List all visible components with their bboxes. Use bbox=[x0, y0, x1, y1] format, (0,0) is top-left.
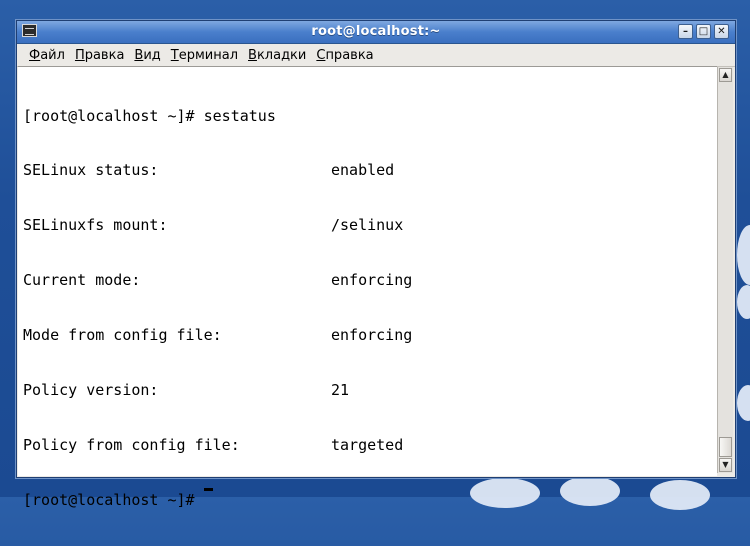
status-key: SELinux status: bbox=[23, 161, 159, 180]
status-key: SELinuxfs mount: bbox=[23, 216, 168, 235]
terminal-window: root@localhost:~ – □ ✕ Файл Правка Вид Т… bbox=[16, 20, 736, 509]
wallpaper-flower-petal bbox=[737, 285, 750, 319]
status-row: Policy from config file: targeted bbox=[23, 436, 412, 454]
maximize-button[interactable]: □ bbox=[696, 24, 711, 39]
wallpaper-flower-petal bbox=[650, 480, 710, 510]
scroll-up-arrow-icon[interactable]: ▲ bbox=[719, 68, 732, 82]
prompt-line: [root@localhost ~]# bbox=[23, 487, 412, 509]
status-value: targeted bbox=[331, 435, 404, 454]
status-row: SELinux status: enabled bbox=[23, 161, 412, 179]
status-row: Current mode: enforcing bbox=[23, 271, 412, 289]
vertical-scrollbar[interactable]: ▲ ▼ bbox=[717, 67, 733, 473]
menu-file[interactable]: Файл bbox=[24, 48, 70, 63]
menu-tabs[interactable]: Вкладки bbox=[243, 48, 311, 63]
status-key: Mode from config file: bbox=[23, 326, 222, 345]
shell-prompt: [root@localhost ~]# bbox=[23, 490, 195, 509]
status-row: SELinuxfs mount: /selinux bbox=[23, 216, 412, 234]
status-value: enabled bbox=[331, 161, 395, 180]
terminal-text: [root@localhost ~]# sestatus SELinux sta… bbox=[23, 70, 412, 546]
wallpaper-flower-petal bbox=[737, 225, 750, 285]
status-value: /selinux bbox=[331, 216, 404, 235]
status-row: Policy version: 21 bbox=[23, 381, 412, 399]
terminal-output[interactable]: [root@localhost ~]# sestatus SELinux sta… bbox=[18, 66, 717, 509]
status-key: Policy version: bbox=[23, 381, 159, 400]
menubar: Файл Правка Вид Терминал Вкладки Справка bbox=[17, 44, 735, 67]
menu-help[interactable]: Справка bbox=[311, 48, 378, 63]
minimize-button[interactable]: – bbox=[678, 24, 693, 39]
status-key: Policy from config file: bbox=[23, 435, 240, 454]
desktop: { "window": { "title": "root@localhost:~… bbox=[0, 0, 750, 510]
status-value: enforcing bbox=[331, 326, 413, 345]
status-value: enforcing bbox=[331, 271, 413, 290]
titlebar[interactable]: root@localhost:~ – □ ✕ bbox=[17, 21, 735, 44]
status-key: Current mode: bbox=[23, 271, 141, 290]
wallpaper-flower-petal bbox=[470, 478, 540, 508]
wallpaper-flower-petal bbox=[737, 385, 750, 421]
text-cursor bbox=[203, 487, 213, 491]
status-value: 21 bbox=[331, 381, 350, 400]
command-line: [root@localhost ~]# sestatus bbox=[23, 106, 276, 125]
window-title: root@localhost:~ bbox=[311, 24, 441, 39]
scroll-down-arrow-icon[interactable]: ▼ bbox=[719, 458, 732, 472]
menu-view[interactable]: Вид bbox=[129, 48, 165, 63]
menu-terminal[interactable]: Терминал bbox=[166, 48, 243, 63]
scroll-thumb[interactable] bbox=[719, 437, 732, 457]
close-button[interactable]: ✕ bbox=[714, 24, 729, 39]
wallpaper-flower-petal bbox=[560, 476, 620, 506]
status-row: Mode from config file: enforcing bbox=[23, 326, 412, 344]
menu-edit[interactable]: Правка bbox=[70, 48, 129, 63]
